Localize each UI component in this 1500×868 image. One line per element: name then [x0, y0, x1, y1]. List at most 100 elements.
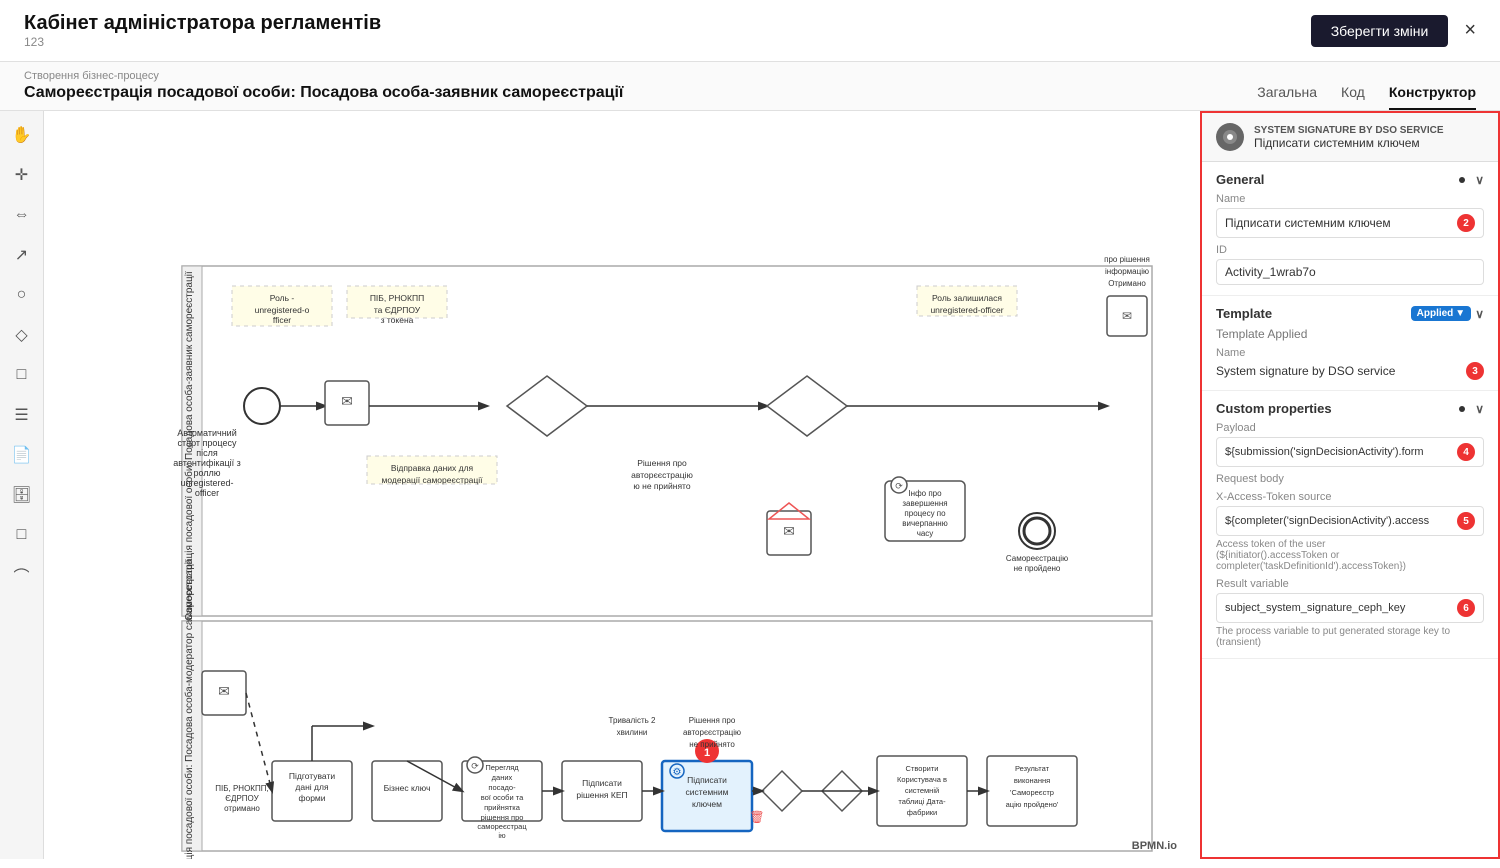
tool-arrow[interactable]: ↗	[6, 239, 38, 271]
svg-text:Бізнес ключ: Бізнес ключ	[384, 783, 431, 793]
main-area: ✋ ✛ ⇔ ↗ ○ ◇ □ ☰ 📄 🗄 □ ⌒ Самореєстрація п…	[0, 111, 1500, 859]
svg-text:фабрики: фабрики	[907, 808, 937, 817]
payload-label: Payload	[1216, 422, 1484, 434]
sub-header: Створення бізнес-процесу Самореєстрація …	[0, 62, 1500, 111]
xaccess-field[interactable]: ${completer('signDecisionActivity').acce…	[1216, 506, 1484, 536]
result-field[interactable]: subject_system_signature_ceph_key 6	[1216, 593, 1484, 623]
general-chevron: ∨	[1475, 173, 1484, 187]
svg-text:⚙: ⚙	[673, 767, 682, 778]
svg-text:автентифікації з: автентифікації з	[173, 458, 241, 468]
bpmn-canvas: Самореєстрація посадової особи: Посадова…	[44, 111, 1200, 859]
svg-text:unregistered-o: unregistered-o	[255, 305, 310, 315]
name-label: Name	[1216, 193, 1484, 205]
tool-box[interactable]: □	[6, 519, 38, 551]
result-hint: The process variable to put generated st…	[1216, 626, 1484, 648]
tab-general[interactable]: Загальна	[1257, 84, 1317, 110]
tool-hand[interactable]: ✋	[6, 119, 38, 151]
app-subtitle: 123	[24, 35, 381, 49]
header-left: Кабінет адміністратора регламентів 123	[24, 12, 381, 49]
tool-circle[interactable]: ○	[6, 279, 38, 311]
svg-text:ЄДРПОУ: ЄДРПОУ	[225, 794, 259, 803]
svg-text:виконання: виконання	[1014, 776, 1050, 785]
svg-text:ключем: ключем	[692, 799, 722, 809]
xaccess-badge: 5	[1457, 512, 1475, 530]
template-section-header[interactable]: Template Applied ▼ ∨	[1216, 306, 1484, 321]
payload-value: ${submission('signDecisionActivity').for…	[1225, 446, 1457, 458]
template-name-row: System signature by DSO service 3	[1216, 362, 1484, 380]
custom-properties-label: Custom properties	[1216, 401, 1332, 416]
svg-text:officer: officer	[195, 488, 219, 498]
svg-text:Інфо про: Інфо про	[908, 489, 942, 498]
app-title: Кабінет адміністратора регламентів	[24, 12, 381, 35]
svg-text:BPMN.io: BPMN.io	[1132, 840, 1178, 852]
tool-select[interactable]: ✛	[6, 159, 38, 191]
xaccess-value: ${completer('signDecisionActivity').acce…	[1225, 515, 1457, 527]
svg-text:ПІБ, РНОКПП,: ПІБ, РНОКПП,	[215, 784, 268, 793]
svg-text:Роль -: Роль -	[270, 293, 295, 303]
svg-text:unregistered-officer: unregistered-officer	[930, 305, 1003, 315]
svg-text:ПІБ, РНОКПП: ПІБ, РНОКПП	[370, 293, 424, 303]
svg-text:ацію пройдено': ацію пройдено'	[1006, 800, 1059, 809]
svg-text:отримано: отримано	[224, 804, 260, 813]
svg-text:після: після	[196, 448, 218, 458]
svg-text:авторєєстрацію: авторєєстрацію	[631, 470, 693, 480]
applied-badge: Applied ▼	[1411, 306, 1472, 321]
tool-db[interactable]: 🗄	[6, 479, 38, 511]
save-button[interactable]: Зберегти зміни	[1311, 15, 1449, 47]
request-body-label: Request body	[1216, 473, 1484, 485]
result-value: subject_system_signature_ceph_key	[1225, 602, 1457, 614]
svg-text:старт процесу: старт процесу	[178, 438, 237, 448]
svg-text:Користувача в: Користувача в	[897, 775, 947, 784]
general-section-header[interactable]: General ∨	[1216, 172, 1484, 187]
custom-dot	[1459, 406, 1465, 412]
tab-constructor[interactable]: Конструктор	[1389, 84, 1476, 110]
svg-text:Самореєстрацію: Самореєстрацію	[1006, 554, 1068, 563]
template-name-label: Name	[1216, 347, 1484, 359]
svg-text:роллю: роллю	[193, 468, 220, 478]
tab-bar: Загальна Код Конструктор	[1257, 84, 1476, 110]
svg-text:форми: форми	[298, 793, 325, 803]
left-toolbar: ✋ ✛ ⇔ ↗ ○ ◇ □ ☰ 📄 🗄 □ ⌒	[0, 111, 44, 859]
breadcrumb: Створення бізнес-процесу	[24, 70, 623, 82]
general-dot	[1459, 177, 1465, 183]
tool-doc[interactable]: 📄	[6, 439, 38, 471]
tool-diamond[interactable]: ◇	[6, 319, 38, 351]
tool-special[interactable]: ⌒	[6, 559, 38, 591]
svg-text:✉: ✉	[1122, 309, 1132, 323]
payload-field[interactable]: ${submission('signDecisionActivity').for…	[1216, 437, 1484, 467]
svg-text:не пройдено: не пройдено	[1014, 564, 1061, 573]
svg-text:Підписати: Підписати	[687, 775, 727, 785]
panel-header: SYSTEM SIGNATURE BY DSO SERVICE Підписат…	[1202, 113, 1498, 162]
name-value: Підписати системним ключем	[1225, 216, 1457, 230]
svg-text:Результат: Результат	[1015, 764, 1050, 773]
svg-text:авторєєстрацію: авторєєстрацію	[683, 728, 741, 737]
svg-text:самореєстрац: самореєстрац	[477, 822, 527, 831]
name-field[interactable]: Підписати системним ключем 2	[1216, 208, 1484, 238]
general-section: General ∨ Name Підписати системним ключе…	[1202, 162, 1498, 296]
svg-text:та ЄДРПОУ: та ЄДРПОУ	[374, 305, 421, 315]
tool-list[interactable]: ☰	[6, 399, 38, 431]
template-name-badge: 3	[1466, 362, 1484, 380]
svg-text:посадо-: посадо-	[488, 783, 516, 792]
svg-text:Отримано: Отримано	[1108, 279, 1146, 288]
result-badge: 6	[1457, 599, 1475, 617]
svg-text:✉: ✉	[341, 393, 353, 409]
tab-code[interactable]: Код	[1341, 84, 1365, 110]
svg-text:даних: даних	[492, 773, 513, 782]
svg-text:Рішення про: Рішення про	[637, 458, 687, 468]
tool-rect[interactable]: □	[6, 359, 38, 391]
result-label: Result variable	[1216, 578, 1484, 590]
tool-connect[interactable]: ⇔	[6, 199, 38, 231]
diagram-area[interactable]: Самореєстрація посадової особи: Посадова…	[44, 111, 1200, 859]
panel-header-text: SYSTEM SIGNATURE BY DSO SERVICE Підписат…	[1254, 125, 1443, 150]
right-panel: SYSTEM SIGNATURE BY DSO SERVICE Підписат…	[1200, 111, 1500, 859]
svg-text:хвилини: хвилини	[617, 728, 648, 737]
service-icon	[1216, 123, 1244, 151]
svg-text:часу: часу	[917, 529, 934, 538]
id-field[interactable]: Activity_1wrab7o	[1216, 259, 1484, 285]
custom-properties-header[interactable]: Custom properties ∨	[1216, 401, 1484, 416]
svg-text:Підготувати: Підготувати	[289, 771, 336, 781]
xaccess-hint: Access token of the user(${initiator().a…	[1216, 539, 1484, 572]
page-title: Самореєстрація посадової особи: Посадова…	[24, 84, 623, 110]
close-button[interactable]: ×	[1464, 19, 1476, 42]
